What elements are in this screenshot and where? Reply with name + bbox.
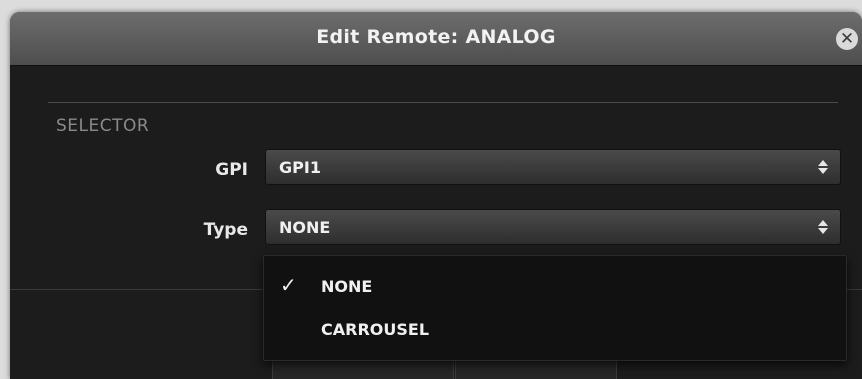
menu-item-label: NONE xyxy=(321,277,373,296)
gpi-select[interactable]: GPI1 xyxy=(265,149,841,185)
type-select[interactable]: NONE xyxy=(265,209,841,245)
checkmark-icon: ✓ xyxy=(280,273,297,297)
edit-remote-dialog: Edit Remote: ANALOG ✕ SELECTOR GPI GPI1 … xyxy=(10,12,862,379)
dialog-title: Edit Remote: ANALOG xyxy=(316,26,556,48)
menu-item-label: CARROUSEL xyxy=(321,320,430,339)
menu-item-carrousel[interactable]: CARROUSEL xyxy=(264,312,846,348)
close-icon[interactable]: ✕ xyxy=(836,28,858,50)
type-label: Type xyxy=(203,220,248,240)
up-down-arrows-icon xyxy=(818,160,828,174)
section-divider xyxy=(48,102,838,103)
type-select-value: NONE xyxy=(279,218,331,237)
gpi-label: GPI xyxy=(215,160,248,180)
gpi-select-value: GPI1 xyxy=(279,158,321,177)
up-down-arrows-icon xyxy=(818,220,828,234)
type-dropdown-menu: ✓ NONE CARROUSEL xyxy=(263,255,847,361)
dialog-titlebar: Edit Remote: ANALOG ✕ xyxy=(10,12,862,66)
menu-item-none[interactable]: ✓ NONE xyxy=(264,269,846,305)
section-label-selector: SELECTOR xyxy=(56,116,150,136)
